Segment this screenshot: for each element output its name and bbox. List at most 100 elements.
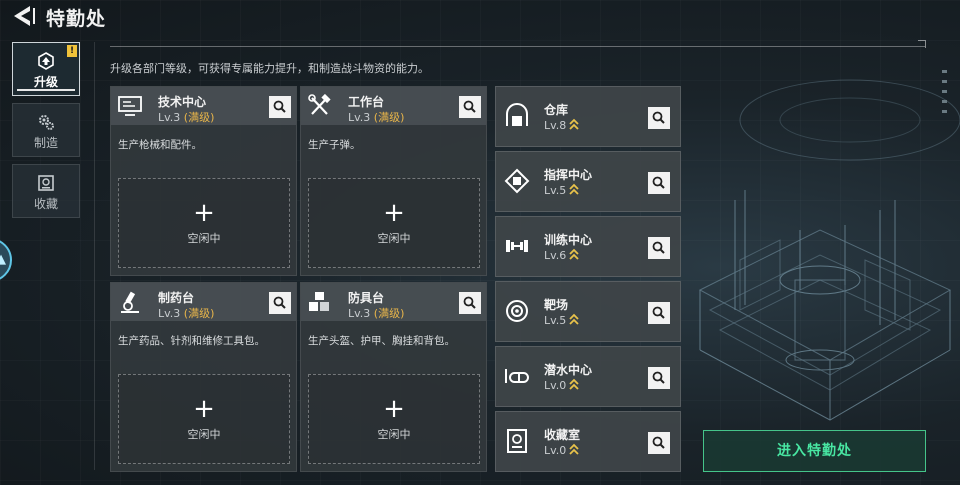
level-value: Lv.3 xyxy=(158,307,181,320)
plus-icon: + xyxy=(193,198,215,228)
level-value: Lv.5 xyxy=(544,184,567,197)
tab-craft[interactable]: 制造 xyxy=(12,103,80,157)
card-title: 工作台 xyxy=(348,95,385,109)
magnifier-icon xyxy=(652,111,665,124)
card-title: 防具台 xyxy=(348,291,385,305)
magnifier-icon xyxy=(652,176,665,189)
facility-name: 靶场 xyxy=(544,298,569,312)
card-level: Lv.3 (满级) xyxy=(348,109,404,125)
facility-name: 指挥中心 xyxy=(544,168,593,182)
card-description: 生产枪械和配件。 xyxy=(118,139,202,151)
max-level-tag: (满级) xyxy=(183,307,215,320)
tab-collection[interactable]: 收藏 xyxy=(12,164,80,218)
tools-icon xyxy=(308,94,331,115)
facility-item-collection-room[interactable]: 收藏室 Lv.0 xyxy=(495,411,681,472)
level-value: Lv.5 xyxy=(544,314,567,327)
card-header: 技术中心 Lv.3 (满级) xyxy=(111,87,296,125)
card-description: 生产药品、针剂和维修工具包。 xyxy=(118,335,265,347)
enter-special-ops-button[interactable]: 进入特勤处 xyxy=(703,430,926,472)
diving-icon xyxy=(505,369,529,383)
level-value: Lv.0 xyxy=(544,444,567,457)
header-divider xyxy=(110,46,925,47)
facility-level: Lv.5 xyxy=(544,313,579,327)
magnifier-icon xyxy=(463,296,476,309)
upgrade-chevron-icon xyxy=(569,313,579,325)
upgrade-icon xyxy=(38,52,54,70)
inspect-button[interactable] xyxy=(269,96,291,118)
facility-name: 收藏室 xyxy=(544,428,581,442)
magnifier-icon xyxy=(463,100,476,113)
magnifier-icon xyxy=(652,436,665,449)
inspect-button[interactable] xyxy=(459,96,481,118)
inspect-button[interactable] xyxy=(648,432,670,454)
plus-icon: + xyxy=(383,198,405,228)
level-value: Lv.3 xyxy=(158,111,181,124)
microscope-icon xyxy=(121,291,139,313)
facility-item-training-center[interactable]: 训练中心 Lv.6 xyxy=(495,216,681,277)
sidebar-divider xyxy=(94,42,95,470)
alert-badge: ! xyxy=(67,45,77,57)
production-slot[interactable]: + 空闲中 xyxy=(308,374,480,464)
production-slot[interactable]: + 空闲中 xyxy=(118,374,290,464)
upgrade-chevron-icon xyxy=(569,248,579,260)
slot-status: 空闲中 xyxy=(187,232,221,245)
facility-name: 潜水中心 xyxy=(544,363,593,377)
inspect-button[interactable] xyxy=(269,292,291,314)
upgrade-chevron-icon xyxy=(569,118,579,130)
production-slot[interactable]: + 空闲中 xyxy=(308,178,480,268)
facility-name: 仓库 xyxy=(544,103,569,117)
level-value: Lv.8 xyxy=(544,119,567,132)
magnifier-icon xyxy=(273,296,286,309)
department-card-workbench: 工作台 Lv.3 (满级) 生产子弹。 + 空闲中 xyxy=(300,86,487,276)
level-value: Lv.3 xyxy=(348,111,371,124)
tab-upgrade[interactable]: 升级 ! xyxy=(12,42,80,96)
dumbbell-icon xyxy=(506,240,528,252)
header-divider-cap xyxy=(918,40,926,48)
upgrade-chevron-icon xyxy=(569,183,579,195)
tab-craft-label: 制造 xyxy=(33,136,58,150)
warehouse-icon xyxy=(506,103,528,126)
facility-item-diving-center[interactable]: 潜水中心 Lv.0 xyxy=(495,346,681,407)
magnifier-icon xyxy=(652,306,665,319)
level-value: Lv.0 xyxy=(544,379,567,392)
upgrade-chevron-icon xyxy=(569,443,579,455)
facility-level: Lv.8 xyxy=(544,118,579,132)
card-header: 防具台 Lv.3 (满级) xyxy=(301,283,486,321)
chevron-up-icon: ▲ xyxy=(0,252,6,267)
inspect-button[interactable] xyxy=(648,237,670,259)
slot-status: 空闲中 xyxy=(377,428,411,441)
back-arrow-icon[interactable] xyxy=(10,4,36,28)
inspect-button[interactable] xyxy=(648,302,670,324)
max-level-tag: (满级) xyxy=(373,307,405,320)
production-slot[interactable]: + 空闲中 xyxy=(118,178,290,268)
page-title: 特勤处 xyxy=(46,8,107,30)
header-bar: 特勤处 xyxy=(0,0,960,34)
facility-item-shooting-range[interactable]: 靶场 Lv.5 xyxy=(495,281,681,342)
inspect-button[interactable] xyxy=(648,367,670,389)
base-scene-illustration xyxy=(698,79,960,421)
card-header: 制药台 Lv.3 (满级) xyxy=(111,283,296,321)
max-level-tag: (满级) xyxy=(183,111,215,124)
facility-level: Lv.5 xyxy=(544,183,579,197)
facility-level: Lv.0 xyxy=(544,378,579,392)
level-value: Lv.6 xyxy=(544,249,567,262)
card-level: Lv.3 (满级) xyxy=(348,305,404,321)
inspect-button[interactable] xyxy=(648,107,670,129)
slot-status: 空闲中 xyxy=(187,428,221,441)
gears-icon xyxy=(39,115,54,130)
max-level-tag: (满级) xyxy=(373,111,405,124)
tab-collection-label: 收藏 xyxy=(33,197,58,211)
facility-item-command-center[interactable]: 指挥中心 Lv.5 xyxy=(495,151,681,212)
section-description: 升级各部门等级，可获得专属能力提升，和制造战斗物资的能力。 xyxy=(110,62,429,75)
inspect-button[interactable] xyxy=(459,292,481,314)
chip-icon xyxy=(504,168,530,194)
card-title: 技术中心 xyxy=(158,95,207,109)
magnifier-icon xyxy=(273,100,286,113)
slot-status: 空闲中 xyxy=(377,232,411,245)
facility-item-warehouse[interactable]: 仓库 Lv.8 xyxy=(495,86,681,147)
level-value: Lv.3 xyxy=(348,307,371,320)
inspect-button[interactable] xyxy=(648,172,670,194)
magnifier-icon xyxy=(652,371,665,384)
collection-icon xyxy=(38,175,54,191)
card-description: 生产子弹。 xyxy=(308,139,361,151)
